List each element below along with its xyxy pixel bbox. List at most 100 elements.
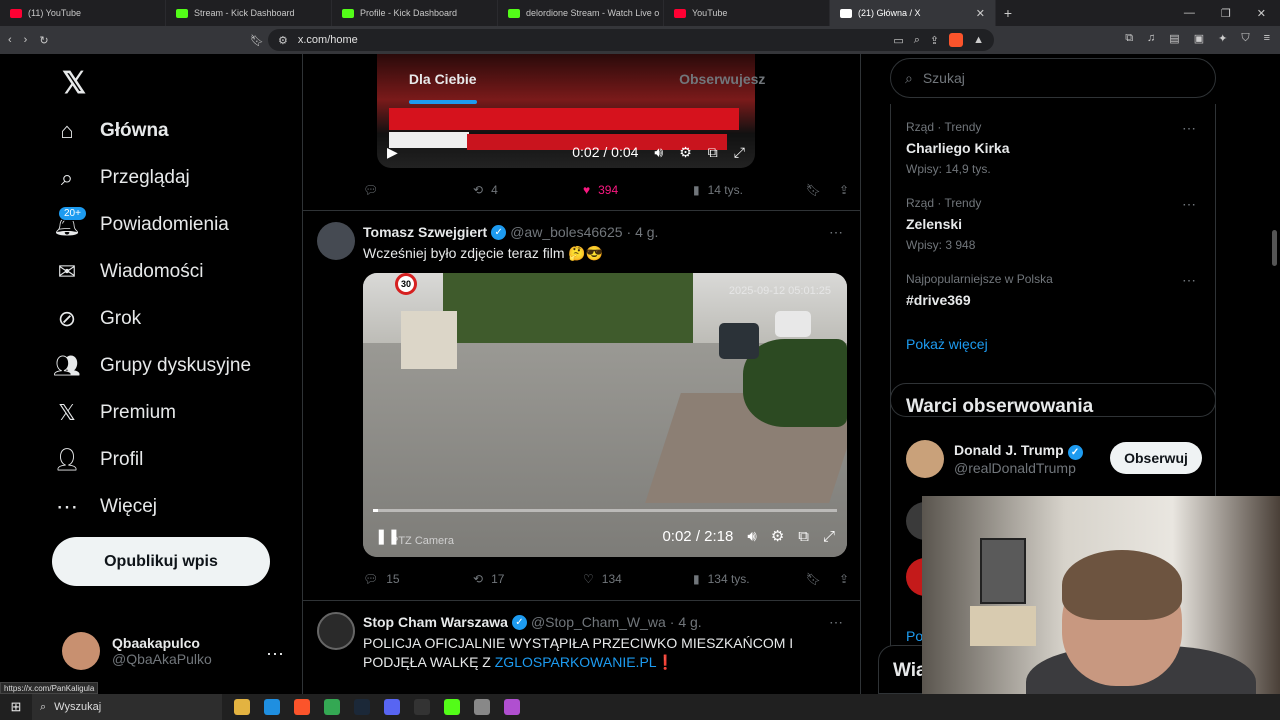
- browser-tab[interactable]: delordione Stream - Watch Live o: [498, 0, 664, 26]
- close-window-icon[interactable]: ✕: [1257, 7, 1266, 20]
- media-icon[interactable]: ♫: [1147, 32, 1155, 45]
- sidebar-item-grok[interactable]: ⊘ Grok: [52, 296, 141, 342]
- bookmark-icon[interactable]: 🔖︎: [250, 34, 264, 47]
- volume-icon[interactable]: 🔊︎: [654, 144, 663, 161]
- tab-for-you[interactable]: Dla Ciebie: [303, 54, 583, 104]
- share-icon[interactable]: ⇪: [839, 183, 849, 197]
- post-more-icon[interactable]: ⋯: [829, 614, 843, 631]
- pip-icon[interactable]: ⧉: [708, 144, 718, 161]
- share-icon[interactable]: ⇪: [930, 34, 939, 47]
- sidebar-item-explore[interactable]: ⌕ Przeglądaj: [52, 155, 190, 201]
- leo-icon[interactable]: ✦: [1218, 32, 1227, 45]
- brave-icon[interactable]: [294, 699, 310, 715]
- discord-icon[interactable]: [384, 699, 400, 715]
- cast-icon[interactable]: ▭: [893, 34, 903, 47]
- kick-icon[interactable]: [444, 699, 460, 715]
- pause-icon[interactable]: ❚❚: [375, 527, 400, 545]
- bookmark-icon[interactable]: 🔖︎: [806, 572, 821, 586]
- bookmark-icon[interactable]: 🔖︎: [806, 183, 821, 197]
- sidebar-item-more[interactable]: ⋯ Więcej: [52, 484, 157, 530]
- new-tab-button[interactable]: +: [996, 5, 1020, 21]
- publish-post-button[interactable]: Opublikuj wpis: [52, 537, 270, 586]
- forward-icon[interactable]: ›: [24, 34, 28, 46]
- browser-tab[interactable]: Profile - Kick Dashboard: [332, 0, 498, 26]
- fullscreen-icon[interactable]: ⤢: [734, 144, 745, 161]
- restore-icon[interactable]: ❐: [1221, 7, 1231, 20]
- avatar[interactable]: [317, 222, 355, 260]
- menu-icon[interactable]: ≡: [1264, 32, 1270, 45]
- brave-shield-icon[interactable]: [949, 33, 964, 47]
- account-switcher[interactable]: Qbaakapulco @QbaAkaPulko: [62, 632, 212, 670]
- sidebar-item-messages[interactable]: ✉ Wiadomości: [52, 249, 204, 295]
- site-info-icon[interactable]: ⚙︎: [278, 34, 288, 47]
- brave-rewards-icon[interactable]: ▲: [973, 34, 984, 46]
- sidebar-item-profile[interactable]: 👤︎ Profil: [52, 437, 143, 483]
- trend-item[interactable]: Rząd · Trendy Charliego Kirka Wpisy: 14,9 …: [906, 120, 1202, 176]
- app-icon[interactable]: [474, 699, 490, 715]
- file-explorer-icon[interactable]: [234, 699, 250, 715]
- trend-item[interactable]: Rząd · Trendy Zelenski Wpisy: 3 948 ⋯: [906, 196, 1202, 252]
- play-icon[interactable]: ▶: [387, 144, 398, 161]
- account-more-icon[interactable]: ⋯: [266, 644, 284, 665]
- extensions-icon[interactable]: ⧉: [1125, 32, 1133, 45]
- address-bar[interactable]: ⚙︎ x.com/home ▭ ⌕ ⇪ ▲: [268, 29, 994, 51]
- sidebar-item-notifications[interactable]: 🔔︎ 20+ Powiadomienia: [52, 202, 229, 248]
- tab-following[interactable]: Obserwujesz: [583, 54, 861, 104]
- search-input[interactable]: ⌕ Szukaj: [890, 58, 1216, 98]
- volume-icon[interactable]: 🔊︎: [747, 528, 756, 545]
- views-button[interactable]: ▮ 14 tys.: [693, 183, 803, 197]
- reply-button[interactable]: 💬︎: [363, 183, 473, 197]
- repost-button[interactable]: ⟲ 17: [473, 572, 583, 586]
- settings-icon[interactable]: ⚙: [679, 144, 692, 161]
- chrome-icon[interactable]: [324, 699, 340, 715]
- trend-more-icon[interactable]: ⋯: [1182, 120, 1196, 137]
- back-icon[interactable]: ‹: [8, 34, 12, 46]
- app-icon[interactable]: [504, 699, 520, 715]
- trend-more-icon[interactable]: ⋯: [1182, 272, 1196, 289]
- share-icon[interactable]: ⇪: [839, 572, 849, 586]
- sidebar-item-home[interactable]: ⌂ Główna: [52, 108, 168, 154]
- follow-button[interactable]: Obserwuj: [1110, 442, 1202, 474]
- scrollbar[interactable]: [1272, 230, 1277, 266]
- x-logo-icon[interactable]: 𝕏: [62, 66, 86, 101]
- close-tab-icon[interactable]: ✕: [976, 7, 985, 20]
- views-button[interactable]: ▮ 134 tys.: [693, 572, 803, 586]
- avatar[interactable]: [317, 612, 355, 650]
- reply-button[interactable]: 💬︎ 15: [363, 572, 473, 586]
- show-more-link[interactable]: Pokaż więcej: [906, 336, 988, 352]
- author-handle[interactable]: @aw_boles46625: [510, 224, 622, 240]
- browser-tab-active[interactable]: (21) Główna / X ✕: [830, 0, 996, 26]
- edge-icon[interactable]: [264, 699, 280, 715]
- author-name[interactable]: Tomasz Szwejgiert: [363, 224, 487, 240]
- browser-tab[interactable]: YouTube: [664, 0, 830, 26]
- settings-icon[interactable]: ⚙: [771, 527, 784, 545]
- trend-item[interactable]: Najpopularniejsze w Polska #drive369 ⋯: [906, 272, 1202, 308]
- reload-icon[interactable]: ↻: [39, 34, 48, 47]
- wallet-icon[interactable]: ▣: [1194, 32, 1204, 45]
- repost-button[interactable]: ⟲ 4: [473, 183, 583, 197]
- browser-tab[interactable]: (11) YouTube: [0, 0, 166, 26]
- like-button[interactable]: ♡ 134: [583, 572, 693, 586]
- sidebar-item-communities[interactable]: 👥︎ Grupy dyskusyjne: [52, 343, 251, 389]
- obs-icon[interactable]: [414, 699, 430, 715]
- author-handle[interactable]: @Stop_Cham_W_wa: [531, 614, 666, 630]
- windows-start-icon[interactable]: ⊞: [0, 699, 32, 715]
- zoom-icon[interactable]: ⌕: [914, 34, 920, 47]
- sidebar-toggle-icon[interactable]: ▤: [1169, 32, 1179, 45]
- video-player[interactable]: 30 2025-09-12 05:01:25 PTZ Camera ❚❚ 0:0…: [363, 273, 847, 557]
- minimize-icon[interactable]: —: [1184, 7, 1195, 20]
- post-link[interactable]: ZGLOSPARKOWANIE.PL: [495, 654, 657, 670]
- trend-more-icon[interactable]: ⋯: [1182, 196, 1196, 213]
- taskbar-search[interactable]: ⌕ Wyszukaj: [32, 694, 222, 720]
- author-name[interactable]: Stop Cham Warszawa: [363, 614, 508, 630]
- steam-icon[interactable]: [354, 699, 370, 715]
- video-progress[interactable]: [373, 509, 837, 512]
- post-more-icon[interactable]: ⋯: [829, 224, 843, 241]
- vpn-icon[interactable]: ⛉: [1241, 32, 1249, 45]
- like-button[interactable]: ♥ 394: [583, 183, 693, 197]
- pip-icon[interactable]: ⧉: [798, 528, 809, 545]
- sidebar-item-premium[interactable]: 𝕏 Premium: [52, 390, 176, 436]
- show-more-link[interactable]: Po: [906, 628, 923, 644]
- fullscreen-icon[interactable]: ⤢: [823, 528, 835, 545]
- browser-tab[interactable]: Stream - Kick Dashboard: [166, 0, 332, 26]
